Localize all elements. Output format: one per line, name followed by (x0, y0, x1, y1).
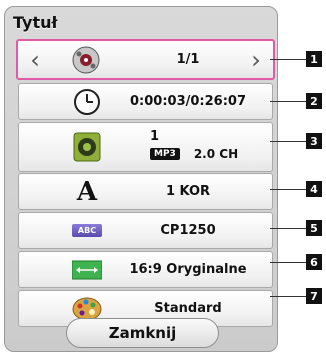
chevron-left-icon[interactable]: ‹ (24, 41, 46, 78)
time-row[interactable]: 0:00:03/0:26:07 (18, 83, 273, 120)
speaker-icon (69, 123, 105, 171)
audio-row[interactable]: 1 MP3 2.0 CH (18, 122, 273, 172)
callout-2: 2 (306, 93, 322, 109)
clock-icon (69, 84, 105, 119)
callout-line-7 (270, 296, 306, 297)
callout-line-6 (270, 262, 306, 263)
audio-channels: 2.0 CH (193, 147, 239, 161)
callout-line-3 (270, 141, 306, 142)
callout-3: 3 (306, 133, 322, 149)
aspect-ratio-icon (69, 252, 105, 287)
panel-title: Tytuł (13, 13, 58, 32)
subtitle-language-value: 1 KOR (165, 184, 211, 199)
callout-6: 6 (306, 254, 322, 270)
audio-value: 1 MP3 2.0 CH (114, 129, 262, 161)
letter-a-glyph: A (76, 176, 98, 207)
callout-5: 5 (306, 220, 322, 236)
settings-panel: Tytuł ‹ 1/1 › 0:00:03/0:26:07 1 MP3 2.0 … (4, 6, 278, 352)
letter-a-icon: A (69, 174, 105, 209)
callout-line-2 (270, 101, 306, 102)
aspect-ratio-value: 16:9 Oryginalne (129, 262, 247, 277)
callout-line-1 (270, 59, 306, 60)
audio-format: MP3 2.0 CH (150, 147, 262, 161)
abc-tag-icon: ABC (69, 213, 105, 248)
subtitle-code-row[interactable]: ABC CP1250 (18, 212, 273, 249)
callout-1: 1 (306, 51, 322, 67)
disc-chapter-icon (68, 41, 104, 78)
title-value: 1/1 (176, 52, 200, 67)
callout-7: 7 (306, 288, 322, 304)
subtitle-language-row[interactable]: A 1 KOR (18, 173, 273, 210)
subtitle-code-value: CP1250 (160, 223, 216, 238)
close-button[interactable]: Zamknij (66, 318, 219, 348)
chevron-right-icon[interactable]: › (245, 41, 267, 78)
callout-line-5 (270, 228, 306, 229)
aspect-ratio-row[interactable]: 16:9 Oryginalne (18, 251, 273, 288)
mp3-badge: MP3 (150, 148, 180, 160)
audio-stream-number: 1 (150, 129, 160, 144)
callout-4: 4 (306, 181, 322, 197)
title-row[interactable]: ‹ 1/1 › (16, 39, 275, 80)
abc-tag-glyph: ABC (71, 224, 103, 237)
callout-line-4 (270, 189, 306, 190)
time-value: 0:00:03/0:26:07 (130, 94, 246, 109)
